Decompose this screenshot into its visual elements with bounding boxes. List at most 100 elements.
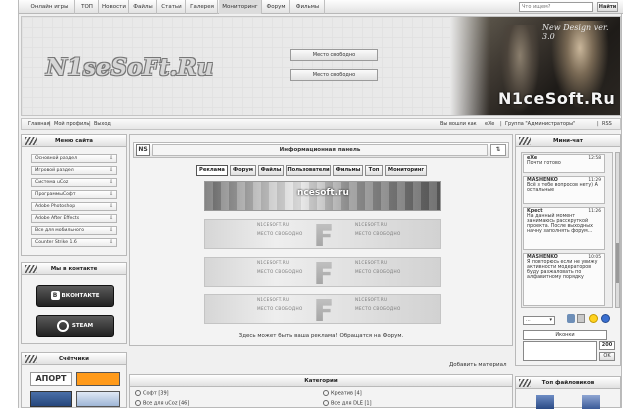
menu-item-counter-strike[interactable]: Counter Strike 1.6 ⇩ [31,238,117,247]
toggle-arrows-icon[interactable]: ⇅ [490,144,506,156]
top-files-panel: Топ файловиков [515,376,621,409]
search-input[interactable] [519,2,593,12]
link-profile[interactable]: Мой профиль [54,119,89,129]
nav-gallery[interactable]: Галерея [187,0,218,14]
stripes-icon [25,355,37,363]
add-material-link[interactable]: Добавить материал [449,362,507,368]
ns-logo: NS [136,144,150,156]
vkontakte-button[interactable]: B ВКОНТАКТЕ [36,285,114,307]
ad-note: Здесь может быть ваша реклама! Обращатся… [238,333,404,339]
categories-title: Категории [130,375,512,387]
ad-banner-slot-2[interactable]: N1CESOFT.RU МЕСТО СВОБОДНО N1CESOFT.RU М… [204,257,441,287]
header-brand: N1ceSoft.Ru [498,89,616,108]
menu-item-photoshop[interactable]: Adobe Photoshop ⇩ [31,202,117,211]
nav-articles[interactable]: Статьи [158,0,186,14]
top-nav: Онлайн игры ТОП Новости Файлы Статьи Гал… [19,0,623,14]
menu-item-ucoz[interactable]: Система uCoz ⇩ [31,178,117,187]
nav-online-games[interactable]: Онлайн игры [25,0,75,14]
arrow-down-icon: ⇩ [109,204,113,209]
counters-panel: Счётчики АПОРТ [21,352,127,408]
arrow-down-icon: ⇩ [109,168,113,173]
chat-message: Kpect 11:26 На данный момент занимаюсь р… [523,207,605,250]
design-version: New Design ver. 3.0 [542,23,609,41]
chevron-down-icon: ▾ [549,317,552,323]
nav-films[interactable]: Фильмы [291,0,325,14]
tab-films[interactable]: Фильмы [333,165,363,176]
arrow-down-icon: ⇩ [109,180,113,185]
logged-in-user[interactable]: eXe [485,119,494,129]
menu-item-main[interactable]: Основной раздел ⇩ [31,154,117,163]
user-avatar[interactable] [582,395,600,409]
chat-select[interactable]: ... ▾ [523,316,555,325]
stripes-icon [25,265,37,273]
link-home[interactable]: Главная [28,119,50,129]
char-counter: 200 [599,341,615,350]
nav-files[interactable]: Файлы [130,0,157,14]
tab-monitoring[interactable]: Мониторинг [385,165,427,176]
site-header: N1seSoFt.Ru Место свободно Место свободн… [21,16,621,116]
arrow-down-icon: ⇩ [109,228,113,233]
info-panel-title: Информационная панель [152,144,488,156]
chat-scrollbar[interactable] [615,152,620,308]
refresh-icon[interactable] [567,314,575,323]
counter-badge[interactable] [76,391,120,407]
menu-item-mobile[interactable]: Все для мобильного ⇩ [31,226,117,235]
chat-send-button[interactable]: OK [599,352,615,361]
nav-news[interactable]: Новости [100,0,129,14]
social-title: Мы в контакте [22,263,126,275]
bbcode-icon[interactable] [577,314,585,323]
category-dle[interactable]: Все для DLE [1] [323,400,372,407]
stripes-icon [519,137,531,145]
user-avatar[interactable] [536,395,554,409]
steam-button[interactable]: STEAM [36,315,114,337]
globe-icon[interactable] [601,314,610,323]
banner-site: ncesoft.ru [297,188,349,198]
logo-mark-icon [316,262,332,284]
tab-ads[interactable]: Реклама [196,165,228,176]
arrow-down-icon: ⇩ [109,216,113,221]
page: Онлайн игры ТОП Новости Файлы Статьи Гал… [18,0,623,409]
category-creative[interactable]: Креатив [4] [323,390,362,397]
tab-top[interactable]: Топ [365,165,383,176]
smiley-icon[interactable] [589,314,598,323]
header-ad-slot-2[interactable]: Место свободно [290,69,378,81]
counter-badge[interactable] [30,391,72,407]
nav-forum[interactable]: Форум [263,0,290,14]
rss-link[interactable]: RSS [602,119,612,129]
menu-item-after-effects[interactable]: Adobe After Effects ⇩ [31,214,117,223]
ad-banner-slot-1[interactable]: N1CESOFT.RU МЕСТО СВОБОДНО N1CESOFT.RU М… [204,219,441,249]
top-files-title: Топ файловиков [516,377,620,389]
scrollbar-thumb[interactable] [616,243,619,283]
ad-banner-slot-3[interactable]: N1CESOFT.RU МЕСТО СВОБОДНО N1CESOFT.RU М… [204,294,441,324]
link-logout[interactable]: Выход [94,119,111,129]
nav-top[interactable]: ТОП [76,0,99,14]
counter-badge[interactable] [76,372,120,386]
menu-item-software[interactable]: ПрограммыСофт ⇩ [31,190,117,199]
main-banner[interactable]: ncesoft.ru [204,181,441,211]
site-logo[interactable]: N1seSoFt.Ru [46,54,213,81]
chat-message: MASHENKO 10:05 Я повторюсь если не увижу… [523,253,605,306]
menu-item-games[interactable]: Игровой раздел ⇩ [31,166,117,175]
category-soft[interactable]: Софт [39] [135,390,169,397]
chat-message-input[interactable] [523,341,597,361]
chat-message: eXe 12:58 Почти готово [523,154,605,173]
steam-icon [56,319,69,332]
arrow-down-icon: ⇩ [109,192,113,197]
tab-forum[interactable]: Форум [230,165,256,176]
aport-counter[interactable]: АПОРТ [30,372,72,386]
vk-icon: B [50,291,60,300]
site-menu-title: Меню сайта [22,135,126,147]
user-bar: Главная | Мой профиль | Выход Вы вошли к… [21,118,621,130]
chat-message: MASHENKO 11:29 Всё з тебе вопросов нету)… [523,176,605,204]
arrow-down-icon: ⇩ [109,240,113,245]
chat-name-field[interactable]: Иконки [523,330,607,340]
logged-in-label: Вы вошли как [440,121,477,127]
nav-monitoring[interactable]: Мониторинг [219,0,262,14]
category-ucoz[interactable]: Все для uCoz [46] [135,400,189,407]
search-button[interactable]: Найти [597,2,618,12]
tab-files[interactable]: Файлы [258,165,284,176]
stripes-icon [25,137,37,145]
mini-chat-title: Мини-чат [516,135,620,147]
header-ad-slot-1[interactable]: Место свободно [290,49,378,61]
tab-users[interactable]: Пользователи [286,165,331,176]
